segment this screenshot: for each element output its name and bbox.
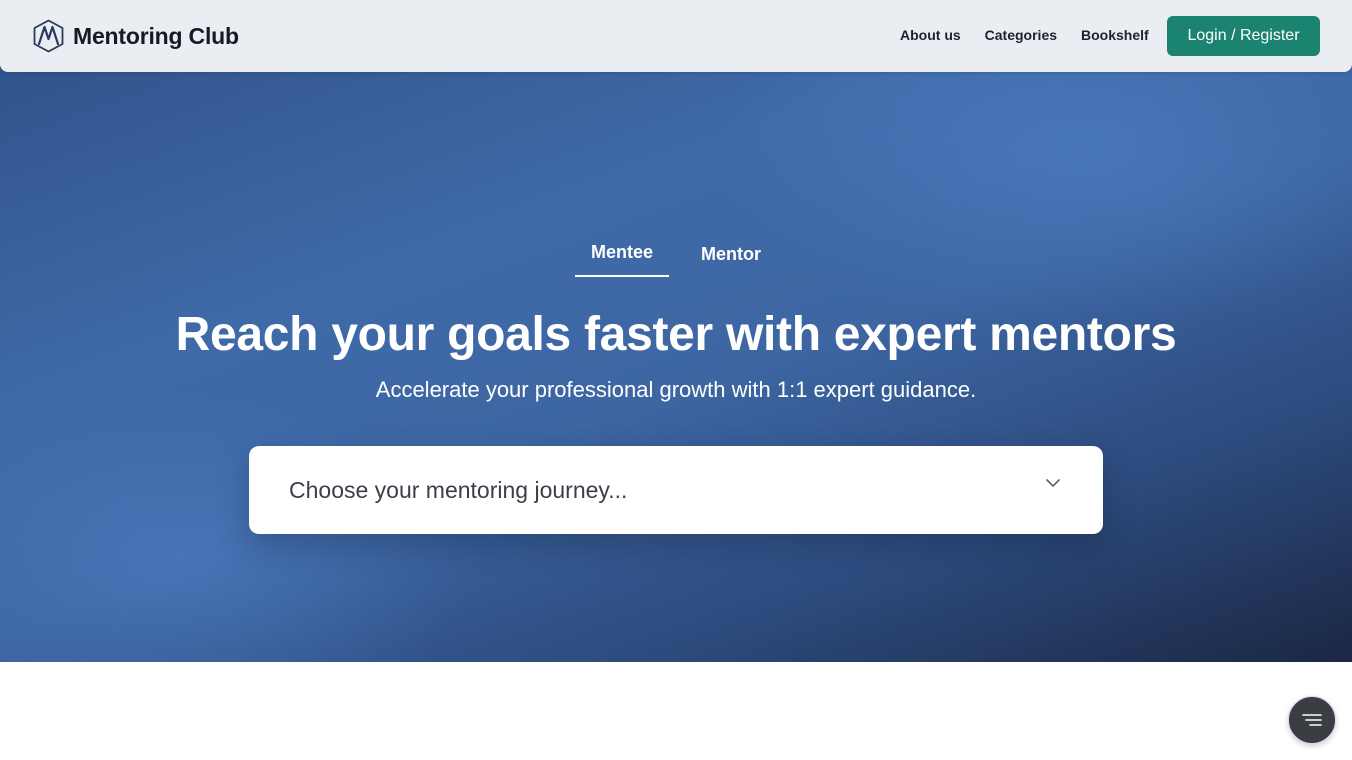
hero-title: Reach your goals faster with expert ment… xyxy=(175,308,1177,361)
tab-mentee[interactable]: Mentee xyxy=(574,236,669,277)
hero-section: Mentee Mentor Reach your goals faster wi… xyxy=(0,0,1352,662)
hero-subtitle: Accelerate your professional growth with… xyxy=(375,377,977,402)
brand-name: Mentoring Club xyxy=(73,22,239,49)
journey-select-placeholder: Choose your mentoring journey... xyxy=(289,476,628,503)
top-navbar: Mentoring Club About us Categories Books… xyxy=(0,0,1352,72)
role-tabs: Mentee Mentor xyxy=(0,236,1352,277)
mentoring-journey-select[interactable]: Choose your mentoring journey... xyxy=(249,446,1103,534)
main-nav: About us Categories Bookshelf xyxy=(900,24,1149,46)
chevron-down-icon xyxy=(1046,479,1060,487)
nav-link-about-us[interactable]: About us xyxy=(900,24,961,46)
mentoring-club-logo-icon xyxy=(33,19,64,53)
login-register-button[interactable]: Login / Register xyxy=(1167,16,1320,56)
nav-link-bookshelf[interactable]: Bookshelf xyxy=(1081,24,1149,46)
nav-link-categories[interactable]: Categories xyxy=(985,24,1057,46)
tab-mentor[interactable]: Mentor xyxy=(685,236,777,277)
floating-menu-button[interactable] xyxy=(1288,696,1336,744)
menu-lines-icon xyxy=(1302,714,1322,726)
brand-home-link[interactable]: Mentoring Club xyxy=(32,18,239,54)
